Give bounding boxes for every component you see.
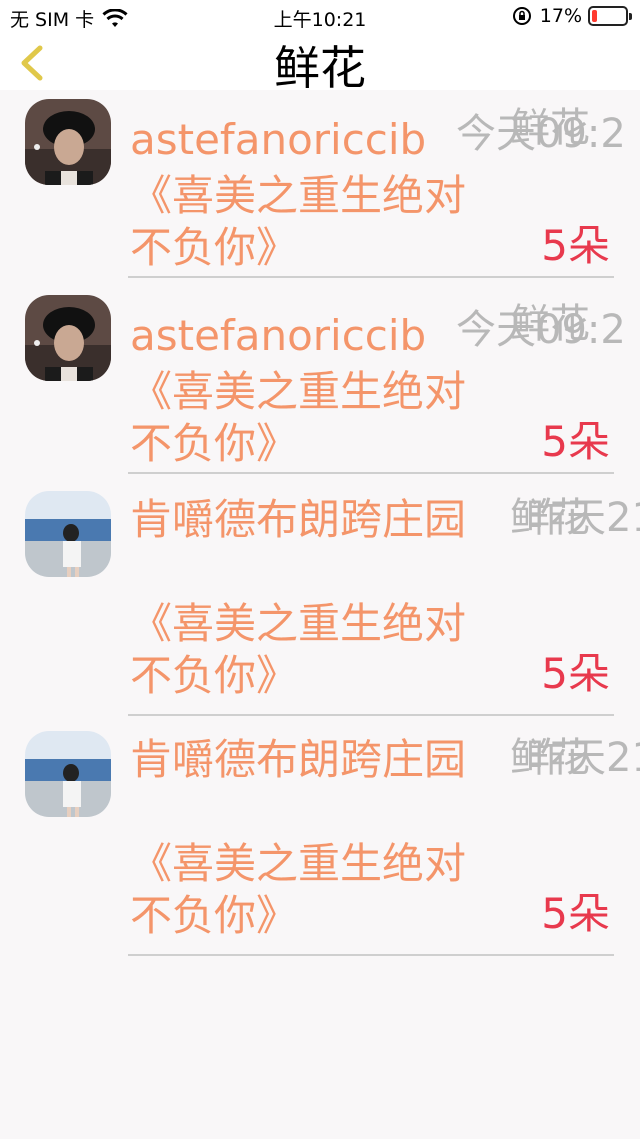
sender-name: 肯嚼德布朗跨庄园 xyxy=(130,495,467,544)
divider xyxy=(128,714,614,716)
book-title: 《喜美之重生绝对不负你》 xyxy=(130,171,467,272)
sender-name: astefanoriccib xyxy=(130,115,427,164)
battery-fill xyxy=(592,10,598,22)
nav-bar: 鲜花 xyxy=(0,36,640,90)
list-item[interactable]: 肯嚼德布朗跨庄园 鲜花 昨天21 《喜美之重生绝对不负你》 5朵 xyxy=(0,482,640,722)
sender-name: astefanoriccib xyxy=(130,311,427,360)
send-time: 昨天21 xyxy=(526,495,640,541)
flower-list: astefanoriccib 今天09:2 鲜花 《喜美之重生绝对不负你》 5朵… xyxy=(0,90,640,962)
divider xyxy=(128,954,614,956)
gift-count: 5朵 xyxy=(541,889,610,938)
avatar-girl-beach xyxy=(25,491,111,577)
status-right: 17% xyxy=(512,5,632,27)
avatar-man-hat xyxy=(25,99,111,185)
list-item[interactable]: astefanoriccib 今天09:2 鲜花 《喜美之重生绝对不负你》 5朵 xyxy=(0,90,640,286)
battery-percent: 17% xyxy=(539,5,582,27)
gift-type-label: 鲜花 xyxy=(510,105,590,151)
list-item[interactable]: astefanoriccib 今天09:2 鲜花 《喜美之重生绝对不负你》 5朵 xyxy=(0,286,640,482)
gift-count: 5朵 xyxy=(541,649,610,698)
divider xyxy=(128,472,614,474)
send-time: 昨天21 xyxy=(526,735,640,781)
divider xyxy=(128,276,614,278)
gift-type-label: 鲜花 xyxy=(510,301,590,347)
list-item[interactable]: 肯嚼德布朗跨庄园 鲜花 昨天21 《喜美之重生绝对不负你》 5朵 xyxy=(0,722,640,962)
avatar-girl-beach xyxy=(25,731,111,817)
book-title: 《喜美之重生绝对不负你》 xyxy=(130,367,467,468)
book-title: 《喜美之重生绝对不负你》 xyxy=(130,599,467,700)
avatar-man-hat xyxy=(25,295,111,381)
rotation-lock-icon xyxy=(512,7,531,25)
gift-count: 5朵 xyxy=(541,221,610,270)
battery-icon xyxy=(588,6,632,26)
sender-name: 肯嚼德布朗跨庄园 xyxy=(130,735,467,784)
gift-count: 5朵 xyxy=(541,417,610,466)
status-bar: 无 SIM 卡 上午10:21 17% xyxy=(0,0,640,36)
book-title: 《喜美之重生绝对不负你》 xyxy=(130,839,467,940)
page-title: 鲜花 xyxy=(274,41,366,90)
